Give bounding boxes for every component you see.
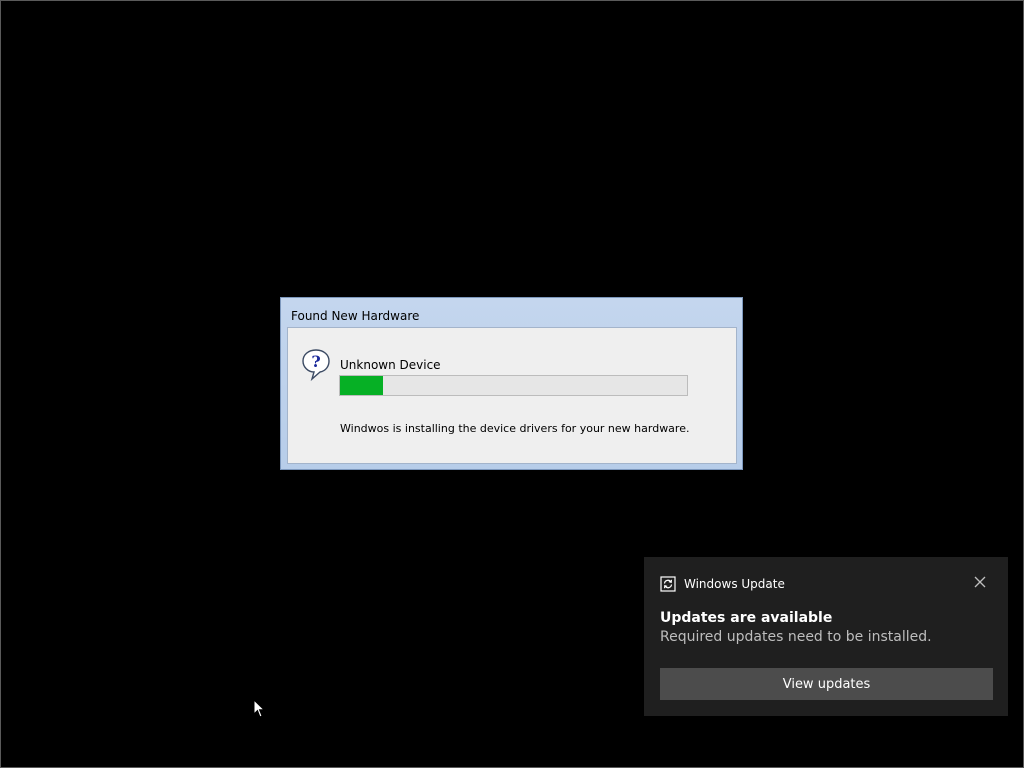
desktop: Found New Hardware ? Unknown Device Wind…	[0, 0, 1024, 768]
device-name: Unknown Device	[340, 358, 441, 372]
toast-app-name: Windows Update	[684, 577, 785, 591]
toast-title: Updates are available	[660, 610, 833, 626]
toast-message: Required updates need to be installed.	[660, 629, 932, 645]
dialog-title: Found New Hardware	[291, 309, 420, 323]
found-new-hardware-dialog: Found New Hardware ? Unknown Device Wind…	[280, 297, 743, 470]
update-icon	[660, 576, 676, 592]
view-updates-button[interactable]: View updates	[660, 668, 993, 700]
install-progress-bar	[339, 375, 688, 396]
progress-fill	[340, 376, 384, 395]
windows-update-toast[interactable]: Windows Update Updates are available Req…	[644, 557, 1008, 716]
dialog-body: ? Unknown Device Windwos is installing t…	[287, 327, 737, 464]
question-icon: ?	[302, 349, 330, 382]
svg-text:?: ?	[311, 352, 320, 371]
install-message: Windwos is installing the device drivers…	[340, 422, 690, 435]
close-icon[interactable]	[972, 574, 988, 590]
mouse-pointer-icon	[253, 699, 265, 718]
